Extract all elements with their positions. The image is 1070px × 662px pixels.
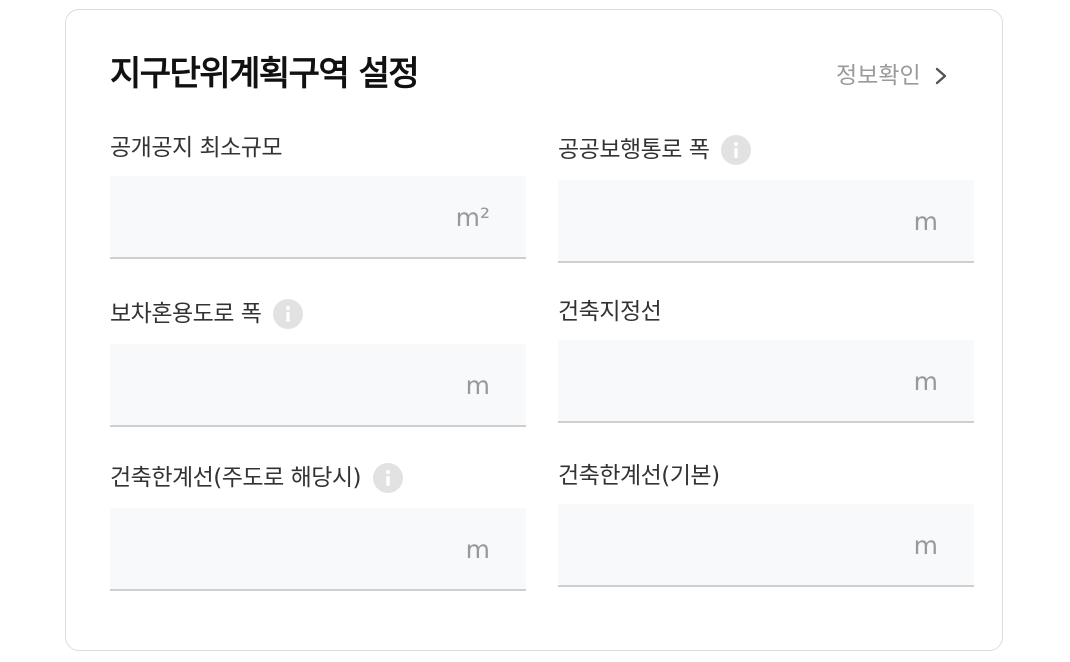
building-limit-line-main-road-input[interactable]: [110, 508, 468, 591]
field-label-text: 건축지정선: [558, 299, 662, 325]
field-label-text: 건축한계선(기본): [558, 463, 720, 489]
pedestrian-path-width-input-box[interactable]: m: [558, 180, 974, 263]
info-icon[interactable]: [273, 299, 304, 329]
building-designated-line-input[interactable]: [558, 340, 916, 423]
building-limit-line-basic-input-box[interactable]: m: [558, 504, 974, 587]
shared-road-width-input-box[interactable]: m: [110, 344, 526, 427]
field-label-text: 보차혼용도로 폭: [110, 301, 262, 327]
unit-label: m: [465, 371, 490, 400]
unit-label: m: [913, 367, 938, 396]
field-label-public-open-space: 공개공지 최소규모: [110, 132, 283, 164]
public-open-space-input[interactable]: [110, 176, 468, 259]
field-label-shared-road-width: 보차혼용도로 폭: [110, 298, 304, 330]
info-check-label: 정보확인: [836, 63, 921, 89]
info-icon[interactable]: [721, 135, 752, 165]
unit-label: m²: [455, 203, 490, 232]
field-label-text: 공개공지 최소규모: [110, 135, 283, 161]
field-label-text: 건축한계선(주도로 해당시): [110, 465, 362, 491]
field-label-building-limit-line-main-road: 건축한계선(주도로 해당시): [110, 462, 404, 494]
building-designated-line-input-box[interactable]: m: [558, 340, 974, 423]
info-check-link[interactable]: 정보확인: [836, 60, 948, 92]
field-label-building-limit-line-basic: 건축한계선(기본): [558, 460, 720, 492]
chevron-right-icon: [935, 67, 946, 85]
unit-label: m: [465, 535, 490, 564]
field-label-building-designated-line: 건축지정선: [558, 296, 662, 328]
unit-label: m: [913, 207, 938, 236]
unit-label: m: [913, 531, 938, 560]
field-label-text: 공공보행통로 폭: [558, 137, 710, 163]
building-limit-line-main-road-input-box[interactable]: m: [110, 508, 526, 591]
shared-road-width-input[interactable]: [110, 344, 468, 427]
pedestrian-path-width-input[interactable]: [558, 180, 916, 263]
page-title: 지구단위계획구역 설정: [110, 54, 420, 94]
building-limit-line-basic-input[interactable]: [558, 504, 916, 587]
public-open-space-input-box[interactable]: m²: [110, 176, 526, 259]
field-label-pedestrian-path-width: 공공보행통로 폭: [558, 134, 752, 166]
info-icon[interactable]: [373, 463, 404, 493]
